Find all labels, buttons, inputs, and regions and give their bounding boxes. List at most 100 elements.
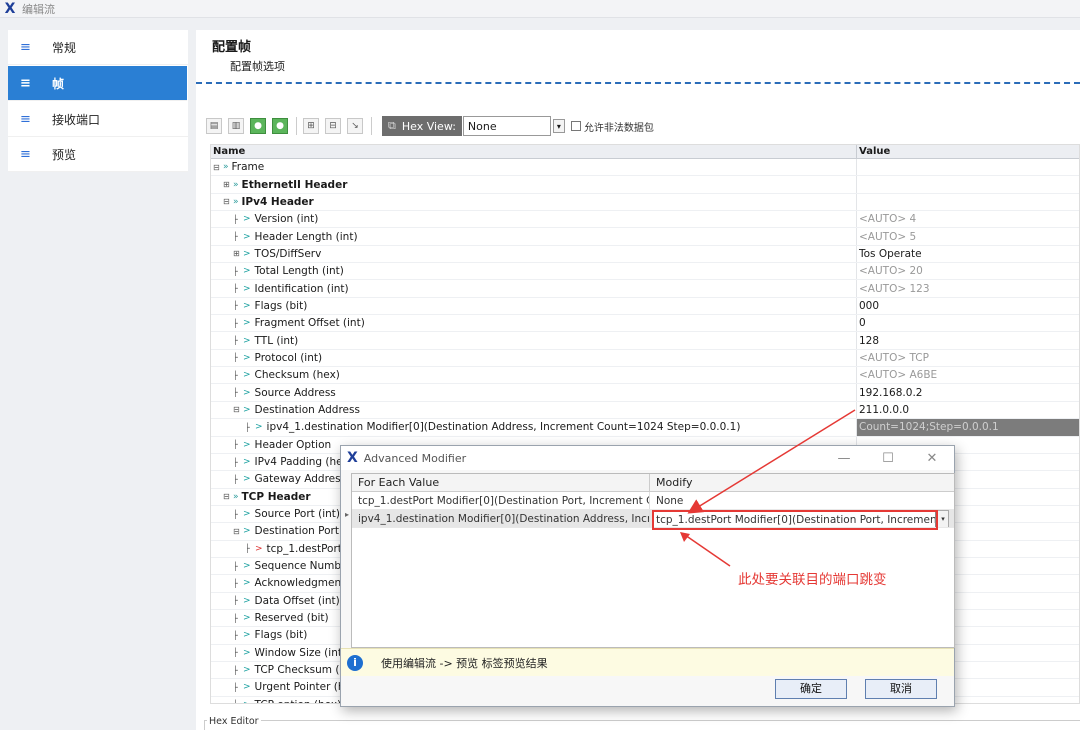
tree-value-cell[interactable]: <AUTO> 5	[857, 228, 1079, 244]
tree-name-cell[interactable]: ⊟ > Destination Address	[211, 401, 857, 419]
expand-toggle-icon[interactable]: ⊟	[233, 405, 243, 414]
tree-name-cell[interactable]: ├ > Checksum (hex)	[211, 367, 857, 384]
tree-value-cell[interactable]: Count=1024;Step=0.0.0.1	[857, 419, 1079, 436]
tree-row[interactable]: ├ > TTL (int) 128	[211, 332, 1079, 350]
expand-toggle-icon[interactable]: ⊟	[233, 527, 243, 536]
allow-illegal-checkbox[interactable]	[570, 121, 581, 131]
tree-value-cell[interactable]: 211.0.0.0	[857, 402, 1079, 418]
tree-name-cell[interactable]: ├ > Total Length (int)	[211, 263, 857, 280]
tree-name-cell[interactable]: ├ > ipv4_1.destination Modifier[0](Destina…	[211, 419, 857, 436]
close-icon[interactable]: ✕	[910, 451, 954, 466]
tree-name-cell[interactable]: ├ > Flags (bit)	[211, 297, 857, 315]
tree-connector-icon: ├	[233, 370, 238, 380]
tree-row[interactable]: ├ > Protocol (int) <AUTO> TCP	[211, 349, 1079, 368]
tree-name-cell[interactable]: ├ > Header Length (int)	[211, 228, 857, 245]
hex-view-button[interactable]: ⧉ Hex View:	[382, 116, 462, 136]
expand-toggle-icon[interactable]: ⊟	[223, 492, 233, 501]
app-logo-icon: X	[4, 0, 16, 17]
chevron-down-icon[interactable]: ▾	[937, 510, 949, 527]
maximize-icon[interactable]: ☐	[866, 451, 910, 466]
list-icon: ≡	[20, 39, 31, 55]
tree-value-cell[interactable]: <AUTO> A6BE	[857, 367, 1079, 383]
tree-row-label: Identification (int)	[254, 282, 349, 295]
tree-row[interactable]: ⊟» IPv4 Header	[211, 193, 1079, 212]
field-arrow-icon: >	[243, 578, 251, 589]
tree-value-cell[interactable]	[857, 159, 1079, 175]
tree-row-label: Destination Address	[254, 403, 360, 416]
sidebar-item-label: 接收端口	[52, 112, 101, 127]
delete-icon[interactable]: ▥	[228, 118, 244, 134]
cancel-button[interactable]: 取消	[865, 679, 937, 699]
tree-name-cell[interactable]: ⊟» Frame	[211, 159, 857, 176]
expand-all-icon[interactable]: ⊞	[303, 118, 319, 134]
hex-view-select[interactable]: None	[462, 116, 551, 136]
sidebar-item-receive-port[interactable]: ≡ 接收端口	[8, 102, 188, 137]
toolbar-separator	[296, 117, 297, 135]
tree-name-cell[interactable]: ⊟» IPv4 Header	[211, 193, 857, 211]
tree-name-cell[interactable]: ├ > Fragment Offset (int)	[211, 315, 857, 332]
modify-cell[interactable]: None	[650, 492, 954, 509]
column-header-name[interactable]: Name	[211, 145, 857, 158]
tree-row-label: tcp_1.destPort I	[266, 542, 349, 555]
link-icon[interactable]: ↘	[347, 118, 363, 134]
tree-value-cell[interactable]: <AUTO> 123	[857, 280, 1079, 296]
tree-row[interactable]: ⊟ > Destination Address 211.0.0.0	[211, 401, 1079, 420]
tree-row[interactable]: ⊞ > TOS/DiffServ Tos Operate	[211, 245, 1079, 264]
tree-row[interactable]: ├ > Header Length (int) <AUTO> 5	[211, 228, 1079, 246]
tree-row[interactable]: ├ > Identification (int) <AUTO> 123	[211, 280, 1079, 298]
tree-name-cell[interactable]: ⊞ > TOS/DiffServ	[211, 245, 857, 263]
column-header-for-each[interactable]: For Each Value	[352, 474, 650, 491]
field-arrow-icon: >	[243, 700, 251, 703]
tree-row[interactable]: ├ > Flags (bit) 000	[211, 297, 1079, 316]
app-logo-icon: X	[347, 450, 358, 466]
collapse-all-icon[interactable]: ⊟	[325, 118, 341, 134]
add-child-icon[interactable]: ●	[272, 118, 288, 134]
ok-button[interactable]: 确定	[775, 679, 847, 699]
tree-value-cell[interactable]: 128	[857, 332, 1079, 348]
tree-name-cell[interactable]: ⊞» EthernetII Header	[211, 176, 857, 193]
new-icon[interactable]: ▤	[206, 118, 222, 134]
tree-value-cell[interactable]: 0	[857, 315, 1079, 331]
sidebar-item-general[interactable]: ≡ 常规	[8, 30, 188, 65]
tree-name-cell[interactable]: ├ > Version (int)	[211, 211, 857, 228]
expand-toggle-icon[interactable]: ⊞	[223, 180, 233, 189]
tree-connector-icon: ├	[233, 700, 243, 703]
tree-row[interactable]: ├ > Total Length (int) <AUTO> 20	[211, 263, 1079, 281]
field-arrow-icon: >	[243, 248, 251, 259]
tree-row[interactable]: ├ > Fragment Offset (int) 0	[211, 315, 1079, 333]
add-icon[interactable]: ●	[250, 118, 266, 134]
tree-value-cell[interactable]: Tos Operate	[857, 246, 1079, 262]
column-header-value[interactable]: Value	[857, 145, 1079, 158]
tree-row[interactable]: ⊟» Frame	[211, 159, 1079, 177]
tree-connector-icon: ├	[233, 388, 238, 398]
tree-row[interactable]: ⊞» EthernetII Header	[211, 176, 1079, 194]
tree-value-cell[interactable]: <AUTO> 4	[857, 211, 1079, 227]
tree-value-cell[interactable]: <AUTO> 20	[857, 263, 1079, 279]
tree-name-cell[interactable]: ├ > TTL (int)	[211, 332, 857, 349]
field-arrow-icon: >	[243, 335, 251, 346]
tree-value-cell[interactable]: <AUTO> TCP	[857, 350, 1079, 366]
column-header-modify[interactable]: Modify	[650, 474, 954, 491]
expand-toggle-icon[interactable]: ⊟	[213, 163, 223, 172]
grid-row[interactable]: tcp_1.destPort Modifier[0](Destination P…	[352, 492, 954, 510]
tree-row[interactable]: ├ > ipv4_1.destination Modifier[0](Destina…	[211, 419, 1079, 437]
tree-row[interactable]: ├ > Checksum (hex) <AUTO> A6BE	[211, 367, 1079, 385]
tree-row-label: Flags (bit)	[254, 299, 308, 312]
expand-toggle-icon[interactable]: ⊟	[223, 197, 233, 206]
tree-name-cell[interactable]: ├ > Protocol (int)	[211, 349, 857, 367]
minimize-icon[interactable]: —	[822, 451, 866, 466]
tree-value-cell[interactable]	[857, 176, 1079, 192]
tree-connector-icon: ├	[245, 544, 250, 554]
sidebar-item-frame[interactable]: ≡ 帧	[8, 66, 187, 101]
tree-row[interactable]: ├ > Version (int) <AUTO> 4	[211, 211, 1079, 229]
tree-name-cell[interactable]: ├ > Source Address	[211, 384, 857, 401]
tree-connector-icon: ├	[233, 301, 238, 311]
tree-value-cell[interactable]: 192.168.0.2	[857, 384, 1079, 400]
tree-value-cell[interactable]: 000	[857, 298, 1079, 314]
expand-toggle-icon[interactable]: ⊞	[233, 249, 243, 258]
tree-name-cell[interactable]: ├ > Identification (int)	[211, 280, 857, 297]
chevron-down-icon[interactable]: ▾	[552, 119, 565, 133]
tree-value-cell[interactable]	[857, 194, 1079, 210]
tree-row[interactable]: ├ > Source Address 192.168.0.2	[211, 384, 1079, 402]
sidebar-item-preview[interactable]: ≡ 预览	[8, 137, 188, 172]
